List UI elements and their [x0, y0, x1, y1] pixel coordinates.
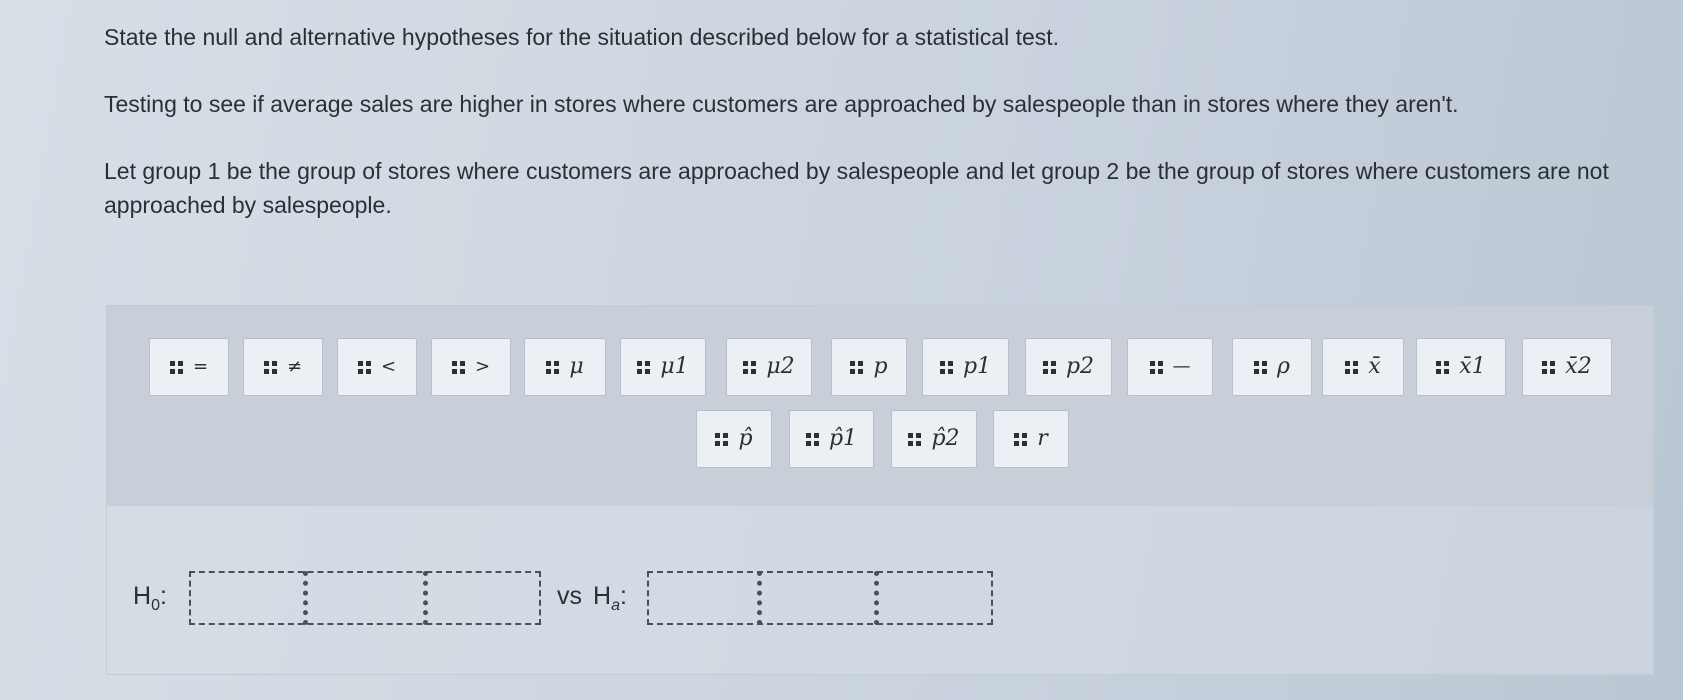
drag-handle-icon — [1345, 360, 1359, 374]
tile-p-hat1[interactable]: p̂1 — [789, 410, 874, 468]
drag-handle-icon — [715, 432, 729, 446]
tile-label: r — [1037, 426, 1048, 451]
drag-handle-icon — [850, 360, 864, 374]
hypothesis-workspace: = ≠ < > μ μ1 μ2 p p1 p2 — ρ x̄ x̄1 x̄2 p… — [106, 305, 1654, 675]
h0-colon: : — [159, 582, 167, 610]
tile-label: ≠ — [286, 356, 303, 377]
tile-less-than[interactable]: < — [337, 338, 417, 396]
page: State the null and alternative hypothese… — [0, 0, 1683, 700]
tile-label: p2 — [1065, 354, 1095, 379]
tile-label: μ — [569, 354, 584, 379]
question-instruction: State the null and alternative hypothese… — [104, 24, 1060, 50]
drag-handle-icon — [451, 360, 465, 374]
tile-label: x̄ — [1368, 354, 1381, 379]
tile-label: > — [474, 356, 491, 377]
ha-letter: H — [593, 582, 612, 610]
tile-greater-than[interactable]: > — [431, 338, 511, 396]
drag-handle-icon — [637, 360, 651, 374]
tile-mu1[interactable]: μ1 — [620, 338, 706, 396]
drag-handle-icon — [169, 360, 183, 374]
drop-slot-divider — [757, 571, 762, 625]
question-group-definition: Let group 1 be the group of stores where… — [104, 158, 1609, 218]
tile-minus[interactable]: — — [1127, 338, 1213, 396]
tile-p-hat2[interactable]: p̂2 — [891, 410, 977, 468]
vs-label: vs — [557, 582, 582, 611]
drop-slot-divider — [874, 571, 879, 625]
alternative-hypothesis-drop-zone[interactable] — [647, 571, 993, 625]
h0-letter: H — [133, 582, 152, 610]
tile-label: = — [192, 356, 209, 377]
tile-p[interactable]: p — [831, 338, 907, 396]
tile-label: μ2 — [766, 354, 795, 379]
drop-slot-divider — [423, 571, 428, 625]
tile-x-bar[interactable]: x̄ — [1322, 338, 1404, 396]
drop-slot-divider — [303, 571, 308, 625]
tile-x-bar1[interactable]: x̄1 — [1416, 338, 1506, 396]
drag-handle-icon — [805, 432, 819, 446]
question-text: State the null and alternative hypothese… — [104, 20, 1664, 222]
h0-subscript: 0 — [151, 597, 160, 614]
tile-label: — — [1172, 356, 1191, 377]
tile-label: p̂1 — [828, 426, 858, 451]
tile-label: p — [873, 354, 888, 379]
tile-label: μ1 — [660, 354, 689, 379]
drag-handle-icon — [908, 432, 922, 446]
drag-handle-icon — [1254, 360, 1268, 374]
question-scenario: Testing to see if average sales are high… — [104, 91, 1459, 117]
tile-equals[interactable]: = — [149, 338, 229, 396]
drag-handle-icon — [743, 360, 757, 374]
alternative-hypothesis-label: Ha: — [593, 582, 627, 615]
tile-p-hat[interactable]: p̂ — [696, 410, 772, 468]
drag-handle-icon — [1542, 360, 1556, 374]
tile-label: p̂2 — [931, 426, 960, 451]
tile-label: ρ — [1277, 354, 1290, 379]
vs-text: vs — [557, 582, 582, 610]
null-hypothesis-label: H0: — [133, 582, 167, 615]
drag-handle-icon — [1149, 360, 1163, 374]
ha-colon: : — [619, 582, 627, 610]
drag-handle-icon — [1436, 360, 1450, 374]
tile-p1[interactable]: p1 — [922, 338, 1009, 396]
tile-label: p̂ — [738, 426, 753, 451]
tile-label: x̄2 — [1565, 354, 1592, 379]
tile-mu[interactable]: μ — [524, 338, 606, 396]
tile-label: p1 — [962, 354, 992, 379]
tile-rho[interactable]: ρ — [1232, 338, 1312, 396]
tile-r[interactable]: r — [993, 410, 1069, 468]
drag-handle-icon — [1014, 432, 1028, 446]
symbol-palette: = ≠ < > μ μ1 μ2 p p1 p2 — ρ x̄ x̄1 x̄2 p… — [107, 306, 1653, 506]
tile-mu2[interactable]: μ2 — [726, 338, 812, 396]
drag-handle-icon — [357, 360, 371, 374]
ha-subscript: a — [611, 597, 620, 614]
null-hypothesis-drop-zone[interactable] — [189, 571, 541, 625]
drag-handle-icon — [939, 360, 953, 374]
tile-p2[interactable]: p2 — [1025, 338, 1112, 396]
tile-label: x̄1 — [1459, 354, 1486, 379]
drag-handle-icon — [263, 360, 277, 374]
tile-x-bar2[interactable]: x̄2 — [1522, 338, 1612, 396]
drag-handle-icon — [1042, 360, 1056, 374]
tile-not-equal[interactable]: ≠ — [243, 338, 323, 396]
drag-handle-icon — [546, 360, 560, 374]
tile-label: < — [380, 356, 397, 377]
